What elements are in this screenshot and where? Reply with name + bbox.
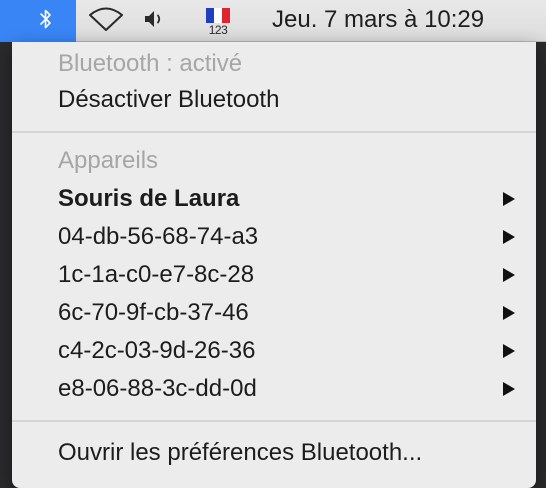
- wifi-icon: [88, 6, 124, 37]
- menu-bar-highlight-edge: [0, 0, 16, 42]
- device-item[interactable]: c4-2c-03-9d-26-36: [58, 332, 516, 370]
- submenu-arrow-icon: [500, 229, 516, 245]
- menu-separator: [12, 420, 536, 422]
- bluetooth-dropdown-menu: Bluetooth : activé Désactiver Bluetooth …: [12, 42, 536, 488]
- volume-menu-extra[interactable]: [140, 0, 170, 42]
- bluetooth-status-label: Bluetooth : activé: [58, 50, 243, 77]
- menu-bar: 123 Jeu. 7 mars à 10:29: [0, 0, 546, 42]
- volume-icon: [143, 8, 167, 35]
- device-item[interactable]: 6c-70-9f-cb-37-46: [58, 294, 516, 332]
- submenu-arrow-icon: [500, 343, 516, 359]
- input-source-label: 123: [208, 23, 228, 37]
- french-flag-icon: [206, 8, 230, 23]
- input-source-menu-extra[interactable]: 123: [200, 0, 236, 42]
- open-bluetooth-preferences-item[interactable]: Ouvrir les préférences Bluetooth...: [58, 434, 516, 472]
- bluetooth-icon: [38, 8, 54, 35]
- device-item[interactable]: 04-db-56-68-74-a3: [58, 218, 516, 256]
- submenu-arrow-icon: [500, 267, 516, 283]
- devices-header: Appareils: [58, 147, 159, 174]
- turn-bluetooth-off-item[interactable]: Désactiver Bluetooth: [58, 81, 516, 119]
- bluetooth-menu-extra[interactable]: [16, 0, 76, 42]
- menu-bar-clock[interactable]: Jeu. 7 mars à 10:29: [272, 0, 484, 42]
- device-item[interactable]: e8-06-88-3c-dd-0d: [58, 370, 516, 408]
- submenu-arrow-icon: [500, 381, 516, 397]
- menu-separator: [12, 131, 536, 133]
- submenu-arrow-icon: [500, 305, 516, 321]
- wifi-menu-extra[interactable]: [84, 0, 128, 42]
- device-item[interactable]: 1c-1a-c0-e7-8c-28: [58, 256, 516, 294]
- submenu-arrow-icon: [500, 191, 516, 207]
- device-item[interactable]: Souris de Laura: [58, 180, 516, 218]
